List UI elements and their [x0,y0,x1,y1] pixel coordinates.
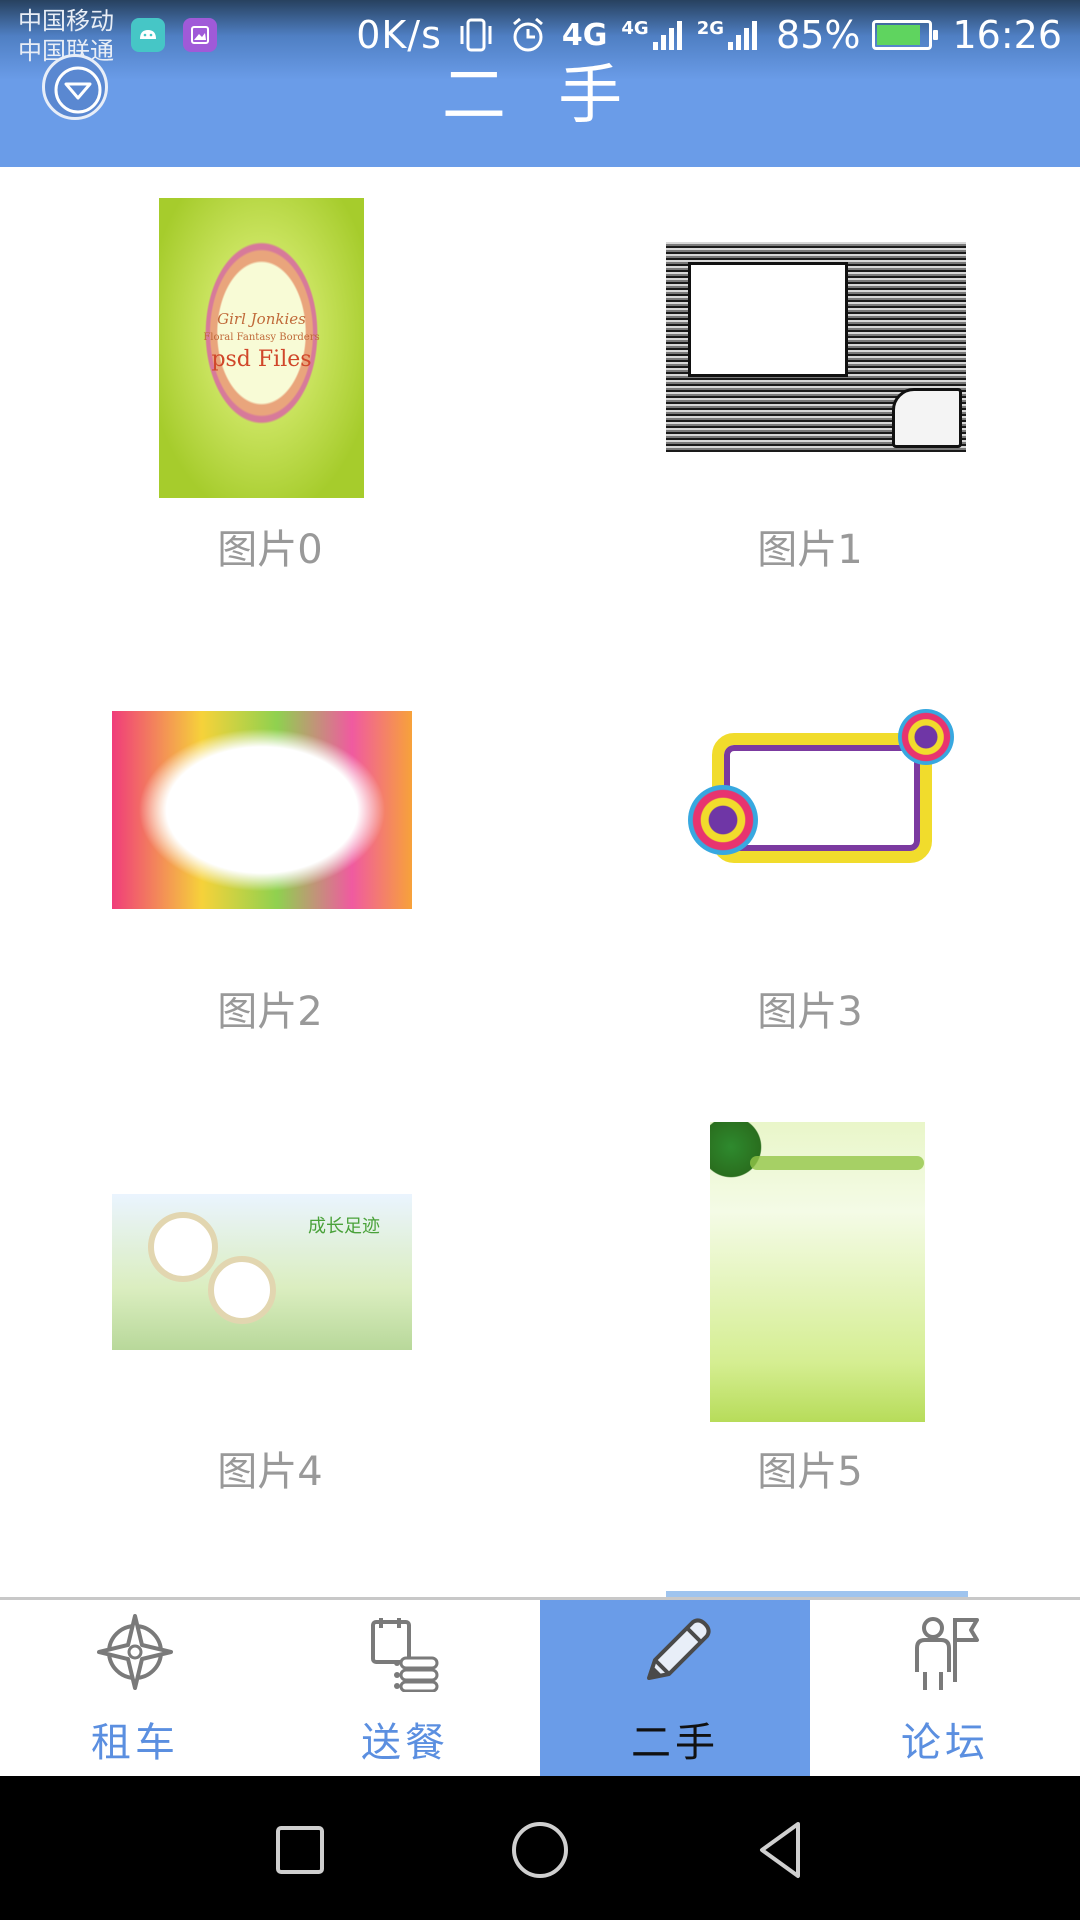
carrier-1: 中国移动 [18,7,114,35]
grid-item[interactable]: Girl Jonkies Floral Fantasy Borders psd … [0,167,540,587]
thumbnail-image [666,242,966,452]
back-button[interactable] [740,1810,820,1890]
tab-label: 论坛 [901,1720,989,1766]
thumb-text: Girl Jonkies [217,310,306,328]
image-caption: 图片0 [217,527,323,573]
image-caption: 图片1 [757,527,863,573]
thumbnail-image [666,693,966,913]
image-caption: 图片5 [757,1449,863,1495]
thumb-text: psd Files [211,347,312,372]
clipboard-list-icon [371,1618,439,1692]
image-caption: 图片2 [217,989,323,1035]
tab-label: 二手 [631,1720,719,1766]
grid-item[interactable]: 图片1 [540,167,1080,587]
grid-item[interactable]: 成长足迹 图片4 [0,1087,540,1507]
image-caption: 图片4 [217,1449,323,1495]
tab-food-delivery[interactable]: 送餐 [270,1600,540,1776]
system-nav-bar [0,1776,1080,1920]
page-title: 二 手 [441,59,639,133]
thumbnail-image: Girl Jonkies Floral Fantasy Borders psd … [159,198,364,498]
pencil-icon [647,1618,711,1680]
tab-label: 送餐 [361,1720,449,1766]
person-flag-icon [915,1617,979,1690]
home-button[interactable] [500,1810,580,1890]
thumb-text: Floral Fantasy Borders [203,332,320,343]
app-header: 中国移动 中国联通 0K/s 4G 4G 2G 85% 16:26 二 手 [0,0,1080,167]
grid-item[interactable]: 图片2 [0,627,540,1047]
thumbnail-image [112,711,412,909]
thumb-text: 成长足迹 [308,1216,380,1237]
tab-second-hand[interactable]: 二手 [540,1600,810,1776]
tab-forum[interactable]: 论坛 [810,1600,1080,1776]
compass-icon [97,1614,173,1690]
tab-rent-car[interactable]: 租车 [0,1600,270,1776]
thumbnail-image: 成长足迹 [112,1194,412,1350]
image-caption: 图片3 [757,989,863,1035]
recent-apps-button[interactable] [260,1810,340,1890]
tab-label: 租车 [91,1720,179,1766]
grid-item[interactable]: 图片3 [540,627,1080,1047]
image-grid: Girl Jonkies Floral Fantasy Borders psd … [0,167,1080,1597]
thumbnail-image [710,1122,925,1422]
grid-item[interactable]: 图片5 [540,1087,1080,1507]
bottom-nav: 租车 送餐 二手 论坛 [0,1597,1080,1776]
